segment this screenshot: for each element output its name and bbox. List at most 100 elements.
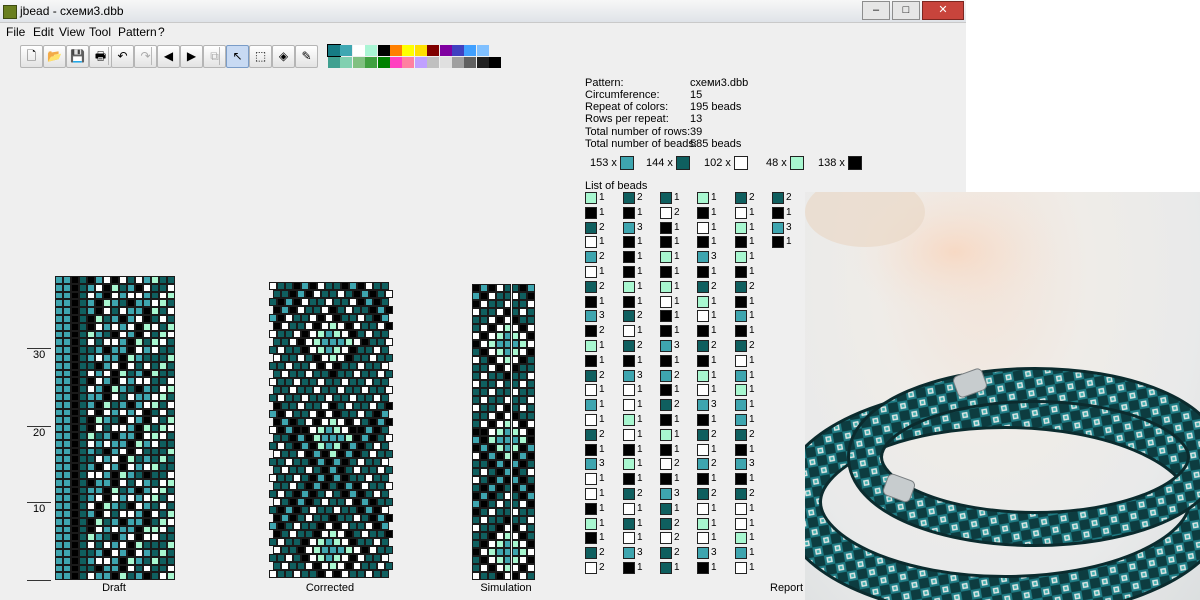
bead[interactable] bbox=[151, 393, 159, 401]
bead[interactable] bbox=[55, 432, 63, 440]
bead[interactable] bbox=[63, 315, 71, 323]
bead[interactable] bbox=[159, 517, 167, 526]
bead[interactable] bbox=[111, 439, 119, 448]
bead[interactable] bbox=[135, 322, 143, 331]
bead[interactable] bbox=[151, 354, 159, 362]
bead[interactable] bbox=[63, 416, 71, 425]
palette-color[interactable] bbox=[489, 57, 502, 68]
bead[interactable] bbox=[143, 525, 151, 534]
bead[interactable] bbox=[159, 385, 167, 393]
bead[interactable] bbox=[71, 369, 79, 378]
bead[interactable] bbox=[167, 338, 175, 347]
palette-color[interactable] bbox=[439, 45, 452, 56]
bead[interactable] bbox=[87, 463, 95, 471]
bead[interactable] bbox=[79, 338, 87, 347]
bead[interactable] bbox=[119, 276, 127, 284]
bead[interactable] bbox=[135, 424, 143, 432]
bead[interactable] bbox=[55, 408, 63, 417]
palette-color[interactable] bbox=[414, 45, 427, 56]
bead[interactable] bbox=[119, 494, 127, 503]
bead[interactable] bbox=[63, 283, 71, 292]
bead[interactable] bbox=[103, 463, 111, 471]
bead[interactable] bbox=[111, 338, 119, 347]
palette-color[interactable] bbox=[327, 44, 341, 57]
bead[interactable] bbox=[55, 494, 63, 503]
bead[interactable] bbox=[79, 432, 87, 440]
bead[interactable] bbox=[71, 517, 79, 526]
bead[interactable] bbox=[143, 408, 151, 417]
bead[interactable] bbox=[87, 408, 95, 417]
bead[interactable] bbox=[119, 393, 127, 401]
bead[interactable] bbox=[167, 463, 175, 471]
bead[interactable] bbox=[167, 354, 175, 362]
bead[interactable] bbox=[79, 354, 87, 362]
bead[interactable] bbox=[159, 307, 167, 315]
bead[interactable] bbox=[135, 416, 143, 425]
bead[interactable] bbox=[135, 354, 143, 362]
bead[interactable] bbox=[95, 307, 103, 315]
bead[interactable] bbox=[151, 400, 159, 409]
bead[interactable] bbox=[95, 502, 103, 510]
bead[interactable] bbox=[103, 533, 111, 542]
bead[interactable] bbox=[119, 346, 127, 354]
bead[interactable] bbox=[151, 502, 159, 510]
bead[interactable] bbox=[119, 408, 127, 417]
bead[interactable] bbox=[167, 346, 175, 354]
bead[interactable] bbox=[95, 424, 103, 432]
bead[interactable] bbox=[151, 478, 159, 487]
bead[interactable] bbox=[55, 478, 63, 487]
bead[interactable] bbox=[151, 424, 159, 432]
bead[interactable] bbox=[127, 330, 135, 339]
bead[interactable] bbox=[159, 315, 167, 323]
bead[interactable] bbox=[119, 315, 127, 323]
bead[interactable] bbox=[167, 525, 175, 534]
bead[interactable] bbox=[95, 385, 103, 393]
palette-color[interactable] bbox=[328, 57, 340, 68]
bead[interactable] bbox=[103, 322, 111, 331]
bead[interactable] bbox=[55, 400, 63, 409]
menu-tool[interactable]: Tool bbox=[89, 25, 111, 39]
bead[interactable] bbox=[63, 338, 71, 347]
bead[interactable] bbox=[79, 525, 87, 534]
bead[interactable] bbox=[63, 556, 71, 565]
bead[interactable] bbox=[143, 502, 151, 510]
palette-color[interactable] bbox=[452, 45, 464, 56]
bead[interactable] bbox=[55, 369, 63, 378]
bead[interactable] bbox=[103, 564, 111, 573]
bead[interactable] bbox=[79, 315, 87, 323]
palette-color[interactable] bbox=[427, 57, 440, 68]
bead[interactable] bbox=[111, 369, 119, 378]
bead[interactable] bbox=[111, 400, 119, 409]
bead[interactable] bbox=[103, 556, 111, 565]
bead[interactable] bbox=[111, 408, 119, 417]
bead[interactable] bbox=[143, 463, 151, 471]
bead[interactable] bbox=[159, 276, 167, 284]
bead[interactable] bbox=[103, 400, 111, 409]
bead[interactable] bbox=[95, 299, 103, 308]
bead[interactable] bbox=[103, 486, 111, 495]
bead[interactable] bbox=[87, 361, 95, 370]
bead[interactable] bbox=[63, 276, 71, 284]
bead[interactable] bbox=[55, 299, 63, 308]
bead[interactable] bbox=[167, 283, 175, 292]
bead[interactable] bbox=[127, 478, 135, 487]
bead[interactable] bbox=[79, 447, 87, 456]
bead[interactable] bbox=[87, 307, 95, 315]
bead[interactable] bbox=[55, 315, 63, 323]
bead[interactable] bbox=[151, 361, 159, 370]
bead[interactable] bbox=[95, 455, 103, 464]
bead[interactable] bbox=[167, 299, 175, 308]
palette-color[interactable] bbox=[352, 45, 365, 56]
bead[interactable] bbox=[63, 541, 71, 549]
bead[interactable] bbox=[79, 424, 87, 432]
bead[interactable] bbox=[159, 408, 167, 417]
bead[interactable] bbox=[79, 346, 87, 354]
bead[interactable] bbox=[111, 455, 119, 464]
bead[interactable] bbox=[111, 291, 119, 300]
bead[interactable] bbox=[71, 447, 79, 456]
bead[interactable] bbox=[55, 291, 63, 300]
bead[interactable] bbox=[79, 463, 87, 471]
bead[interactable] bbox=[127, 361, 135, 370]
bead[interactable] bbox=[119, 556, 127, 565]
bead[interactable] bbox=[151, 315, 159, 323]
